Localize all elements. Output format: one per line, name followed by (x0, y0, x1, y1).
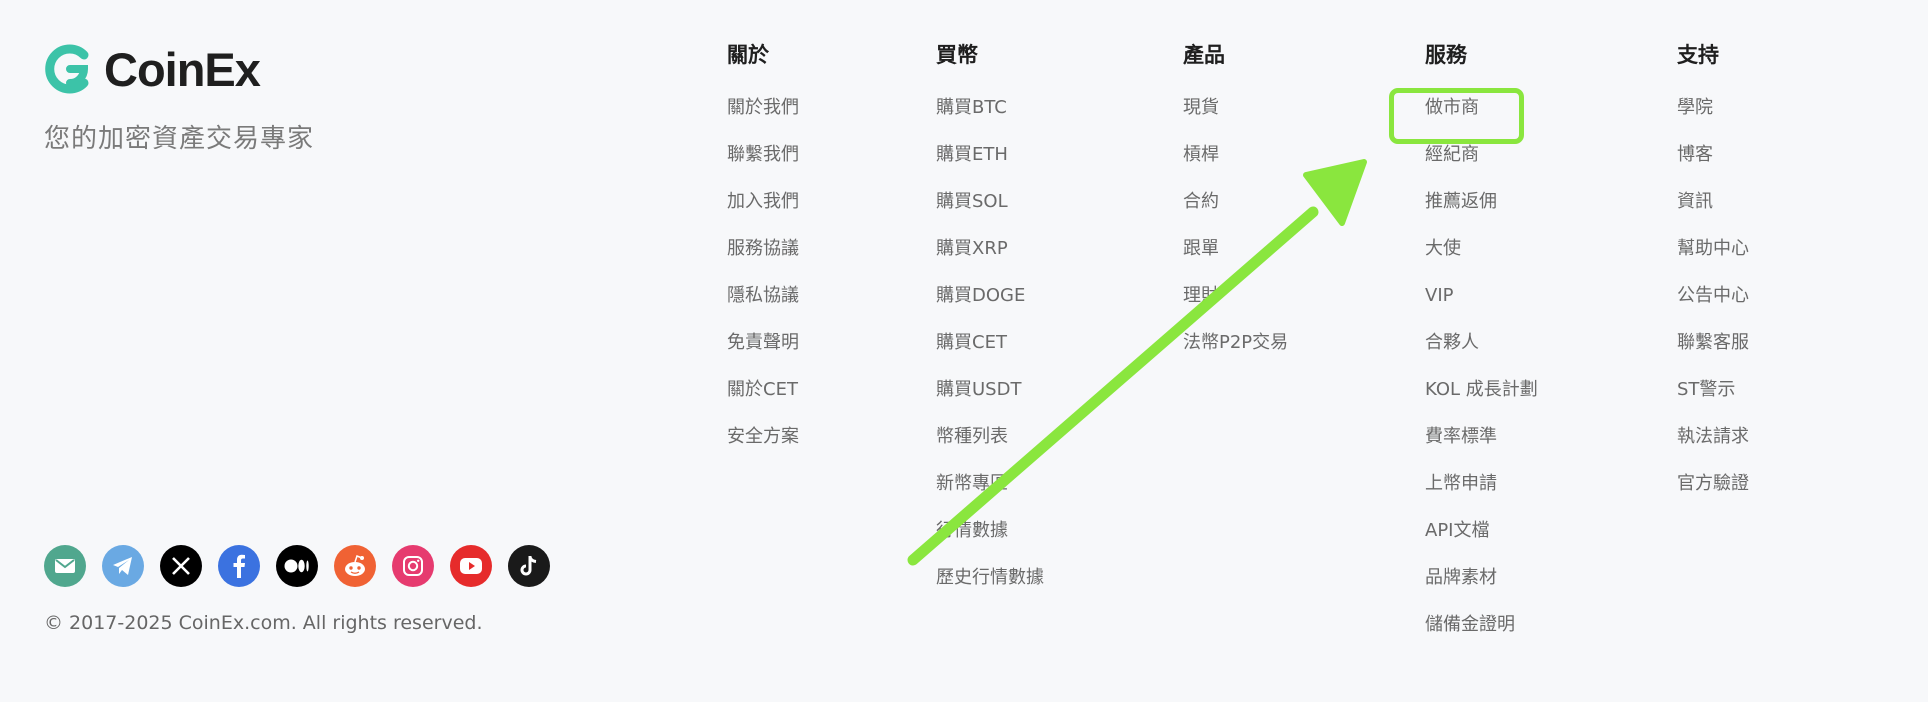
link-market-data[interactable]: 行情數據 (936, 519, 1044, 566)
link-academy[interactable]: 學院 (1677, 96, 1749, 143)
link-buy-usdt[interactable]: 購買USDT (936, 378, 1044, 425)
link-spot[interactable]: 現貨 (1183, 96, 1288, 143)
youtube-icon[interactable] (450, 545, 492, 587)
column-title-buy-crypto: 買幣 (936, 43, 978, 67)
social-links (44, 545, 566, 587)
link-buy-cet[interactable]: 購買CET (936, 331, 1044, 378)
copyright-text: © 2017-2025 CoinEx.com. All rights reser… (44, 612, 483, 634)
link-buy-btc[interactable]: 購買BTC (936, 96, 1044, 143)
column-title-services: 服務 (1425, 43, 1467, 67)
column-title-about: 關於 (727, 43, 769, 67)
link-coin-list[interactable]: 幣種列表 (936, 425, 1044, 472)
link-privacy-policy[interactable]: 隱私協議 (727, 284, 799, 331)
tiktok-icon[interactable] (508, 545, 550, 587)
link-buy-xrp[interactable]: 購買XRP (936, 237, 1044, 284)
footer-column-support: 支持 學院 博客 資訊 幫助中心 公告中心 聯繫客服 ST警示 執法請求 官方驗… (1677, 40, 1749, 519)
link-api-docs[interactable]: API文檔 (1425, 519, 1538, 566)
link-broker[interactable]: 經紀商 (1425, 143, 1538, 190)
instagram-icon[interactable] (392, 545, 434, 587)
link-about-cet[interactable]: 關於CET (727, 378, 799, 425)
brand-tagline: 您的加密資產交易專家 (44, 124, 315, 154)
brand-name: CoinEx (104, 42, 261, 96)
link-law-enforcement[interactable]: 執法請求 (1677, 425, 1749, 472)
link-copy-trading[interactable]: 跟單 (1183, 237, 1288, 284)
link-listing-application[interactable]: 上幣申請 (1425, 472, 1538, 519)
link-blog[interactable]: 博客 (1677, 143, 1749, 190)
reddit-icon[interactable] (334, 545, 376, 587)
link-margin[interactable]: 槓桿 (1183, 143, 1288, 190)
coinex-logo-mark-icon (45, 44, 89, 94)
link-help-center[interactable]: 幫助中心 (1677, 237, 1749, 284)
medium-icon[interactable] (276, 545, 318, 587)
link-security[interactable]: 安全方案 (727, 425, 799, 472)
link-market-maker[interactable]: 做市商 (1425, 96, 1538, 143)
link-news[interactable]: 資訊 (1677, 190, 1749, 237)
link-contact-us[interactable]: 聯繫我們 (727, 143, 799, 190)
link-referral[interactable]: 推薦返佣 (1425, 190, 1538, 237)
link-announcements[interactable]: 公告中心 (1677, 284, 1749, 331)
link-ambassador[interactable]: 大使 (1425, 237, 1538, 284)
link-about-us[interactable]: 關於我們 (727, 96, 799, 143)
mail-icon[interactable] (44, 545, 86, 587)
link-vip[interactable]: VIP (1425, 284, 1538, 331)
link-buy-eth[interactable]: 購買ETH (936, 143, 1044, 190)
link-terms-of-service[interactable]: 服務協議 (727, 237, 799, 284)
footer-column-about: 關於 關於我們 聯繫我們 加入我們 服務協議 隱私協議 免責聲明 關於CET 安… (727, 40, 799, 472)
footer-brand: CoinEx 您的加密資產交易專家 (44, 42, 314, 155)
link-new-coins[interactable]: 新幣專區 (936, 472, 1044, 519)
link-brand-assets[interactable]: 品牌素材 (1425, 566, 1538, 613)
link-st-warning[interactable]: ST警示 (1677, 378, 1749, 425)
telegram-icon[interactable] (102, 545, 144, 587)
footer-column-services: 服務 做市商 經紀商 推薦返佣 大使 VIP 合夥人 KOL 成長計劃 費率標準… (1425, 40, 1538, 660)
coinex-logo[interactable]: CoinEx (44, 42, 314, 96)
link-buy-doge[interactable]: 購買DOGE (936, 284, 1044, 331)
link-disclaimer[interactable]: 免責聲明 (727, 331, 799, 378)
facebook-icon[interactable] (218, 545, 260, 587)
link-join-us[interactable]: 加入我們 (727, 190, 799, 237)
link-official-verification[interactable]: 官方驗證 (1677, 472, 1749, 519)
footer-column-products: 產品 現貨 槓桿 合約 跟單 理財 法幣P2P交易 (1183, 40, 1288, 378)
link-proof-of-reserves[interactable]: 儲備金證明 (1425, 613, 1538, 660)
link-historical-data[interactable]: 歷史行情數據 (936, 566, 1044, 613)
link-customer-service[interactable]: 聯繫客服 (1677, 331, 1749, 378)
link-financial[interactable]: 理財 (1183, 284, 1288, 331)
link-buy-sol[interactable]: 購買SOL (936, 190, 1044, 237)
link-kol-program[interactable]: KOL 成長計劃 (1425, 378, 1538, 425)
link-fee-schedule[interactable]: 費率標準 (1425, 425, 1538, 472)
x-icon[interactable] (160, 545, 202, 587)
link-p2p-trading[interactable]: 法幣P2P交易 (1183, 331, 1288, 378)
link-partner[interactable]: 合夥人 (1425, 331, 1538, 378)
column-title-products: 產品 (1183, 43, 1225, 67)
footer-column-buy-crypto: 買幣 購買BTC 購買ETH 購買SOL 購買XRP 購買DOGE 購買CET … (936, 40, 1044, 613)
column-title-support: 支持 (1677, 43, 1719, 67)
link-futures[interactable]: 合約 (1183, 190, 1288, 237)
